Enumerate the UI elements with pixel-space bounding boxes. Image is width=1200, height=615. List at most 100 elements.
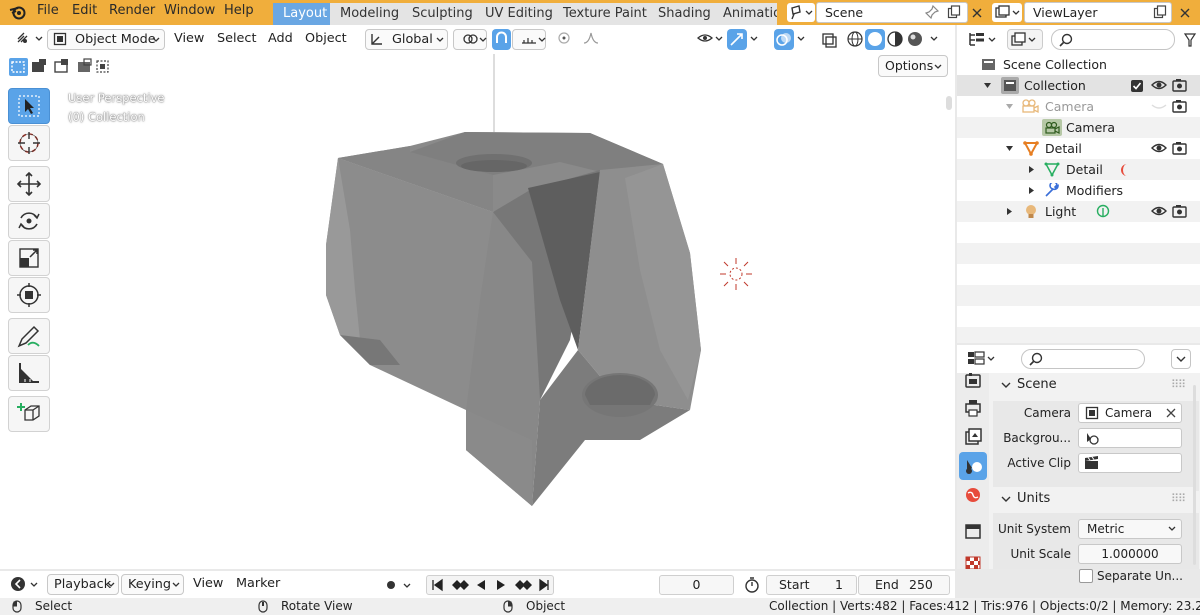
proportional-falloff-dropdown[interactable]: [575, 29, 605, 50]
playback-menu[interactable]: Playback: [47, 574, 119, 595]
collapse-arrow-icon[interactable]: [983, 75, 993, 96]
collapse-arrow-icon[interactable]: [1005, 96, 1015, 117]
expand-arrow-icon[interactable]: [1027, 159, 1037, 180]
outliner-row-collection[interactable]: Collection: [957, 75, 1200, 96]
outliner-editor-type-button[interactable]: [965, 29, 1003, 50]
close-icon[interactable]: [1165, 407, 1177, 419]
viewport-scrollbar[interactable]: [946, 96, 952, 110]
end-frame-field[interactable]: End 250: [858, 575, 950, 595]
rotate-tool[interactable]: [8, 203, 50, 239]
current-frame-field[interactable]: 0: [659, 575, 734, 595]
expand-arrow-icon[interactable]: [1005, 201, 1015, 222]
drag-handle-icon[interactable]: ⠿⠿: [1171, 378, 1186, 391]
tab-layout[interactable]: Layout: [273, 3, 339, 25]
scene-selector[interactable]: Scene: [816, 2, 968, 23]
select-box-mode-button[interactable]: [10, 58, 28, 76]
menu-view[interactable]: View: [168, 29, 210, 50]
options-dropdown[interactable]: Options: [878, 55, 948, 77]
timeline-editor-type-button[interactable]: [8, 574, 42, 595]
jump-to-previous-keyframe-button[interactable]: [450, 576, 470, 594]
eye-icon[interactable]: [1151, 79, 1167, 91]
view-layer-selector[interactable]: ViewLayer: [1024, 2, 1172, 23]
object-mode-dropdown[interactable]: Object Mode: [47, 29, 165, 50]
tab-texture-icon[interactable]: [961, 555, 985, 579]
camera-render-icon[interactable]: [1172, 78, 1187, 92]
units-section-header[interactable]: Units ⠿⠿: [993, 487, 1193, 513]
material-shading-button[interactable]: [885, 29, 905, 50]
pin-icon[interactable]: [925, 5, 939, 19]
play-reverse-button[interactable]: [472, 576, 490, 594]
tab-texture-paint[interactable]: Texture Paint: [553, 3, 658, 25]
rendered-shading-button[interactable]: [905, 29, 925, 50]
background-set-field[interactable]: [1078, 428, 1182, 448]
light-object[interactable]: [716, 254, 756, 294]
outliner-search-input[interactable]: [1051, 29, 1175, 50]
unit-scale-field[interactable]: 1.000000: [1078, 544, 1182, 564]
camera-render-icon[interactable]: [1172, 141, 1187, 155]
include-checkbox[interactable]: [1131, 80, 1143, 92]
cursor-tool[interactable]: [8, 125, 50, 161]
shading-dropdown[interactable]: [928, 29, 946, 50]
properties-search-input[interactable]: [1021, 349, 1145, 369]
menu-file[interactable]: File: [37, 3, 59, 18]
outliner-row-camera[interactable]: Camera: [957, 96, 1200, 117]
separate-units-checkbox[interactable]: [1079, 569, 1093, 583]
collapse-arrow-icon[interactable]: [1005, 138, 1015, 159]
start-frame-field[interactable]: Start 1: [766, 575, 857, 595]
camera-field[interactable]: Camera: [1078, 403, 1182, 423]
menu-add[interactable]: Add: [262, 29, 299, 50]
tab-sculpting[interactable]: Sculpting: [402, 3, 484, 25]
overlays-toggle[interactable]: [774, 29, 794, 50]
3d-viewport[interactable]: Options User Perspective (0) Collection: [0, 54, 955, 569]
properties-editor-type-button[interactable]: [965, 348, 999, 369]
select-box-tool[interactable]: [8, 88, 50, 124]
outliner-row-light[interactable]: Light: [957, 201, 1200, 222]
menu-render[interactable]: Render: [109, 3, 155, 18]
display-mode-dropdown[interactable]: [1007, 29, 1043, 50]
unit-system-dropdown[interactable]: Metric: [1078, 519, 1182, 539]
solid-shading-button[interactable]: [865, 29, 885, 50]
jump-to-start-button[interactable]: [430, 576, 448, 594]
menu-edit[interactable]: Edit: [72, 3, 97, 18]
transform-tool[interactable]: [8, 277, 50, 313]
overlays-dropdown[interactable]: [795, 29, 813, 50]
menu-select[interactable]: Select: [211, 29, 262, 50]
blender-logo-icon[interactable]: [9, 4, 27, 20]
editor-type-button[interactable]: [8, 29, 43, 50]
tab-output-icon[interactable]: [961, 396, 985, 420]
move-tool[interactable]: [8, 166, 50, 202]
tab-world-icon[interactable]: [961, 483, 985, 507]
camera-render-icon[interactable]: [1172, 204, 1187, 218]
orientation-dropdown[interactable]: Global: [365, 29, 448, 50]
auto-keying-button[interactable]: [380, 575, 418, 595]
delete-view-layer-icon[interactable]: [1178, 3, 1192, 22]
outliner-row-detail[interactable]: Detail: [957, 138, 1200, 159]
tab-view-layer-icon[interactable]: [961, 425, 985, 449]
drag-handle-icon[interactable]: ⠿⠿: [1171, 492, 1186, 505]
properties-scrollbar[interactable]: [1193, 385, 1196, 565]
timeline-view-menu[interactable]: View: [187, 574, 229, 595]
tab-animation[interactable]: Animatio: [713, 3, 777, 25]
tab-collection-icon[interactable]: [961, 519, 985, 543]
proportional-editing-toggle[interactable]: [551, 29, 573, 50]
tab-scene-icon[interactable]: [959, 452, 987, 480]
scene-section-header[interactable]: Scene ⠿⠿: [993, 373, 1193, 399]
new-view-layer-icon[interactable]: [1153, 5, 1167, 19]
tab-render-icon[interactable]: [961, 369, 985, 393]
annotate-tool[interactable]: [8, 318, 50, 354]
eye-icon[interactable]: [1151, 142, 1167, 154]
outliner-row-modifiers[interactable]: Modifiers: [957, 180, 1200, 201]
timeline-marker-menu[interactable]: Marker: [230, 574, 286, 595]
xray-toggle[interactable]: [819, 29, 841, 50]
eye-icon[interactable]: [1151, 205, 1167, 217]
tab-modeling[interactable]: Modeling: [330, 3, 411, 25]
menu-window[interactable]: Window: [164, 3, 215, 18]
keying-menu[interactable]: Keying: [121, 574, 184, 595]
jump-to-end-button[interactable]: [534, 576, 552, 594]
subtract-selection-button[interactable]: [55, 58, 73, 76]
invert-selection-button[interactable]: [78, 58, 96, 76]
view-layer-type-icon[interactable]: [992, 3, 1022, 22]
outliner-row-scene-collection[interactable]: Scene Collection: [957, 54, 1200, 75]
measure-tool[interactable]: [8, 355, 50, 391]
visibility-dropdown[interactable]: [690, 29, 724, 50]
